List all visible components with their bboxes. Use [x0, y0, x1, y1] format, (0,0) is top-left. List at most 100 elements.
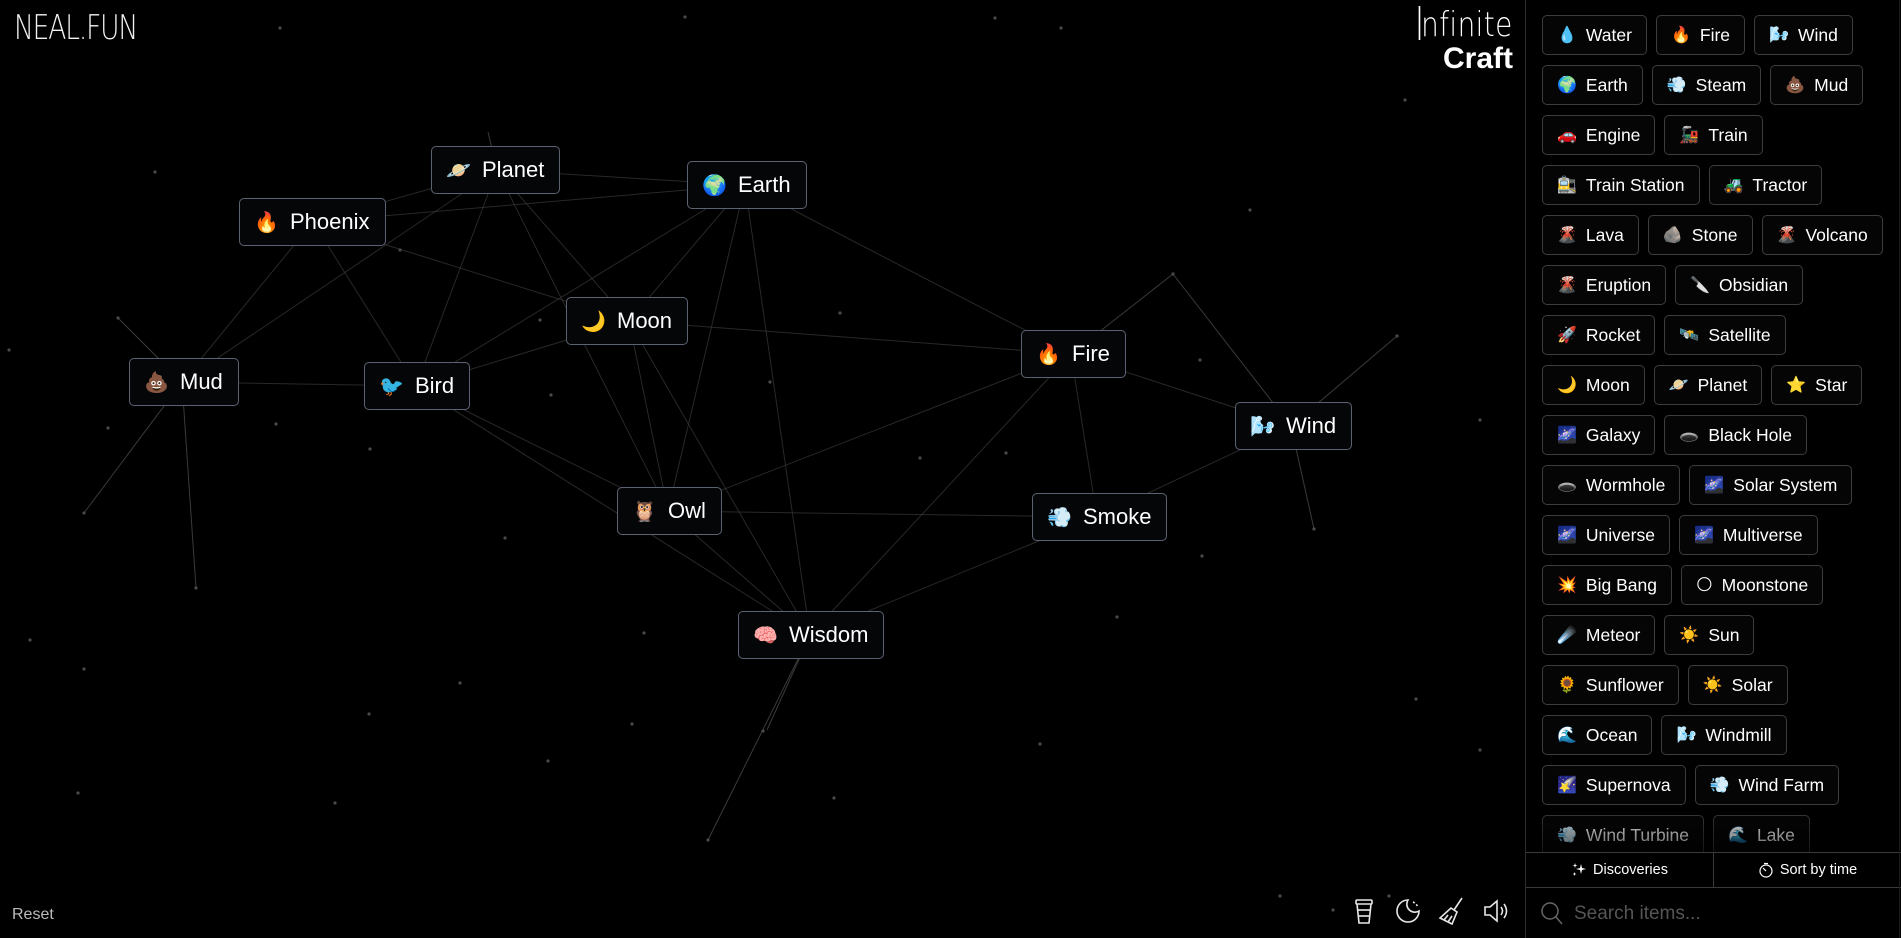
sidebar-item-tractor[interactable]: 🚜 Tractor — [1708, 165, 1823, 205]
sidebar-item-satellite[interactable]: 🛰️ Satellite — [1664, 315, 1786, 355]
sidebar-item-planet[interactable]: 🪐 Planet — [1653, 365, 1763, 405]
sidebar-item-eruption[interactable]: 🌋 Eruption — [1542, 265, 1667, 305]
discoveries-button[interactable]: Discoveries — [1526, 853, 1713, 887]
canvas-node-phoenix[interactable]: 🔥 Phoenix — [239, 198, 386, 246]
sidebar-item-fire[interactable]: 🔥 Fire — [1655, 15, 1746, 55]
clear-canvas-button[interactable] — [1438, 896, 1466, 926]
fire-icon: 🔥 — [1670, 27, 1691, 44]
sidebar-item-wormhole[interactable]: 🕳️ Wormhole — [1542, 465, 1681, 505]
sidebar-item-ocean[interactable]: 🌊 Ocean — [1542, 715, 1653, 755]
canvas-node-planet[interactable]: 🪐 Planet — [431, 146, 561, 194]
star-dot — [76, 791, 80, 795]
sidebar-item-multiverse[interactable]: 🌌 Multiverse — [1678, 515, 1818, 555]
items-list[interactable]: 💧 Water 🔥 Fire 🌬️ Wind 🌍 Earth 💨 Steam 💩 Mud 🚗 Engine… — [1526, 0, 1901, 852]
star-dot — [1200, 554, 1204, 558]
connection-line — [667, 353, 1072, 512]
station-icon: 🚉 — [1557, 177, 1577, 194]
sidebar-item-obsidian[interactable]: 🔪 Obsidian — [1675, 265, 1804, 305]
sidebar-item-supernova[interactable]: 🌠 Supernova — [1542, 765, 1686, 805]
sidebar-item-universe[interactable]: 🌌 Universe — [1542, 515, 1670, 555]
sidebar-item-wind[interactable]: 🌬️ Wind — [1754, 15, 1853, 55]
sidebar-item-star[interactable]: ⭐ Star — [1771, 365, 1863, 405]
node-label: Owl — [668, 498, 706, 523]
sidebar-item-lake[interactable]: 🌊 Lake — [1713, 815, 1810, 852]
canvas-node-owl[interactable]: 🦉 Owl — [617, 487, 722, 535]
sidebar: 💧 Water 🔥 Fire 🌬️ Wind 🌍 Earth 💨 Steam 💩 Mud 🚗 Engine… — [1525, 0, 1901, 938]
search-bar — [1526, 889, 1901, 938]
star-dot — [768, 380, 772, 384]
sidebar-item-train[interactable]: 🚂 Train — [1664, 115, 1763, 155]
star-dot — [1278, 894, 1282, 898]
sidebar-item-wind-farm[interactable]: 💨 Wind Farm — [1694, 765, 1840, 805]
star-dot — [398, 248, 402, 252]
earth-icon: 🌍 — [702, 174, 727, 197]
sidebar-item-label: Solar — [1731, 674, 1773, 695]
connection-line — [181, 381, 197, 589]
sidebar-item-label: Windmill — [1705, 724, 1772, 745]
sidebar-item-moonstone[interactable]: 🌕 Moonstone — [1680, 565, 1824, 605]
sidebar-item-label: Volcano — [1805, 224, 1868, 245]
neal-fun-logo[interactable]: NEAL.FUN — [14, 8, 138, 48]
comet-icon: ☄️ — [1557, 627, 1577, 644]
sound-toggle-button[interactable] — [1482, 896, 1510, 926]
craft-canvas[interactable]: NEAL.FUN nfinite Craft 🪐 Planet 🌍 Earth … — [0, 0, 1525, 938]
sidebar-item-solar-system[interactable]: 🌌 Solar System — [1689, 465, 1853, 505]
sidebar-item-sun[interactable]: ☀️ Sun — [1664, 615, 1755, 655]
sidebar-item-black-hole[interactable]: 🕳️ Black Hole — [1664, 415, 1807, 455]
sidebar-item-label: Satellite — [1708, 324, 1771, 345]
sidebar-item-label: Eruption — [1585, 274, 1652, 295]
sidebar-item-volcano[interactable]: 🌋 Volcano — [1761, 215, 1883, 255]
sidebar-item-stone[interactable]: 🪨 Stone — [1647, 215, 1753, 255]
sidebar-item-engine[interactable]: 🚗 Engine — [1542, 115, 1656, 155]
sort-button[interactable]: Sort by time — [1713, 853, 1901, 887]
sidebar-item-moon[interactable]: 🌙 Moon — [1542, 365, 1645, 405]
sidebar-item-train-station[interactable]: 🚉 Train Station — [1542, 165, 1700, 205]
node-label: Planet — [482, 157, 545, 182]
canvas-node-mud[interactable]: 💩 Mud — [129, 358, 239, 406]
node-label: Earth — [738, 172, 791, 197]
sidebar-item-mud[interactable]: 💩 Mud — [1770, 65, 1864, 105]
sidebar-item-lava[interactable]: 🌋 Lava — [1542, 215, 1639, 255]
sidebar-item-label: Wind Farm — [1738, 774, 1825, 795]
star-dot — [1478, 418, 1482, 422]
theme-toggle-button[interactable] — [1394, 896, 1422, 926]
star-dot — [28, 638, 32, 642]
sidebar-item-windmill[interactable]: 🌬️ Windmill — [1661, 715, 1787, 755]
canvas-node-moon[interactable]: 🌙 Moon — [566, 297, 689, 345]
sidebar-item-big-bang[interactable]: 💥 Big Bang — [1542, 565, 1672, 605]
canvas-node-smoke[interactable]: 💨 Smoke — [1032, 493, 1168, 541]
sidebar-item-label: Steam — [1695, 74, 1747, 95]
canvas-node-wind[interactable]: 🌬️ Wind — [1235, 402, 1353, 450]
sidebar-item-rocket[interactable]: 🚀 Rocket — [1542, 315, 1656, 355]
canvas-node-fire[interactable]: 🔥 Fire — [1021, 330, 1126, 378]
sidebar-item-meteor[interactable]: ☄️ Meteor — [1542, 615, 1656, 655]
star-dot — [1312, 527, 1316, 531]
sidebar-item-water[interactable]: 💧 Water — [1542, 15, 1647, 55]
sidebar-item-label: Sun — [1708, 624, 1740, 645]
sun-icon: ☀️ — [1702, 677, 1723, 694]
star-dot — [333, 801, 337, 805]
sidebar-item-label: Train — [1708, 124, 1748, 145]
sidebar-item-steam[interactable]: 💨 Steam — [1651, 65, 1762, 105]
canvas-node-wisdom[interactable]: 🧠 Wisdom — [738, 611, 885, 659]
sidebar-item-solar[interactable]: ☀️ Solar — [1687, 665, 1788, 705]
sidebar-item-wind-turbine[interactable]: 💨 Wind Turbine — [1542, 815, 1705, 852]
sidebar-item-sunflower[interactable]: 🌻 Sunflower — [1542, 665, 1679, 705]
sidebar-item-galaxy[interactable]: 🌌 Galaxy — [1542, 415, 1656, 455]
star-dot — [194, 586, 198, 590]
star-dot — [706, 838, 710, 842]
canvas-node-bird[interactable]: 🐦 Bird — [364, 362, 471, 410]
sidebar-item-label: Galaxy — [1585, 424, 1641, 445]
connection-line — [415, 169, 498, 387]
search-input[interactable] — [1574, 902, 1874, 925]
poop-icon: 💩 — [1785, 77, 1806, 94]
coffee-button[interactable] — [1350, 896, 1378, 926]
sidebar-item-label: Big Bang — [1585, 574, 1657, 595]
milky-way-icon: 🌌 — [1557, 527, 1577, 544]
sidebar-item-earth[interactable]: 🌍 Earth — [1542, 65, 1643, 105]
reset-button[interactable]: Reset — [12, 906, 54, 924]
sidebar-item-label: Moonstone — [1721, 574, 1809, 595]
canvas-node-earth[interactable]: 🌍 Earth — [687, 161, 807, 209]
sidebar-item-label: Stone — [1691, 224, 1738, 245]
planet-icon: 🪐 — [446, 159, 471, 182]
